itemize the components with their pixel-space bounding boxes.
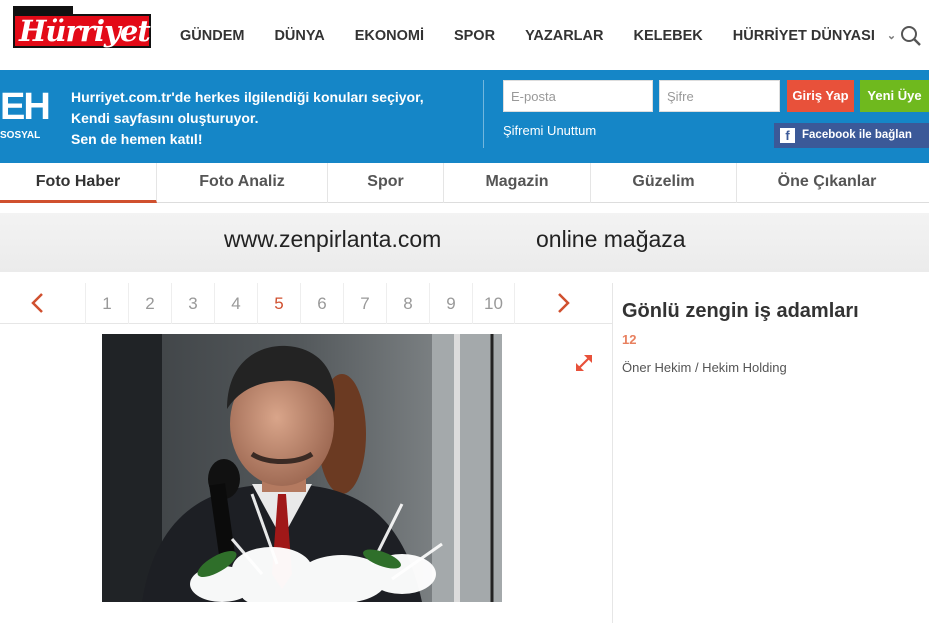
facebook-connect-button[interactable]: f Facebook ile bağlan <box>774 123 929 148</box>
nav-gundem[interactable]: GÜNDEM <box>180 28 244 44</box>
tab-foto-analiz[interactable]: Foto Analiz <box>157 163 328 203</box>
main-nav: GÜNDEM DÜNYA EKONOMİ SPOR YAZARLAR KELEB… <box>180 28 896 44</box>
page-6[interactable]: 6 <box>300 283 343 324</box>
tab-magazin[interactable]: Magazin <box>444 163 591 203</box>
page-4[interactable]: 4 <box>214 283 257 324</box>
page-1[interactable]: 1 <box>85 283 128 324</box>
nav-dunya[interactable]: DÜNYA <box>274 28 324 44</box>
ad-url: www.zenpirlanta.com <box>224 226 442 252</box>
nav-kelebek[interactable]: KELEBEK <box>633 28 702 44</box>
email-field[interactable]: E-posta <box>503 80 653 112</box>
promo-line: Kendi sayfasını oluşturuyor. <box>71 110 259 126</box>
promo-text: Hurriyet.com.tr'de herkes ilgilendiği ko… <box>71 87 424 150</box>
ad-banner[interactable]: www.zenpirlanta.com online mağaza <box>0 213 929 272</box>
facebook-icon: f <box>780 128 795 143</box>
nav-ekonomi[interactable]: EKONOMİ <box>355 28 424 44</box>
login-button[interactable]: Giriş Yap <box>787 80 854 112</box>
nav-hurriyet-dunyasi[interactable]: HÜRRİYET DÜNYASI <box>733 28 875 44</box>
page-3[interactable]: 3 <box>171 283 214 324</box>
gallery-title: Gönlü zengin iş adamları <box>622 300 859 322</box>
promo-line: Hurriyet.com.tr'de herkes ilgilendiği ko… <box>71 89 424 105</box>
tab-spor[interactable]: Spor <box>328 163 444 203</box>
category-tabs: Foto Haber Foto Analiz Spor Magazin Güze… <box>0 163 929 203</box>
nav-spor[interactable]: SPOR <box>454 28 495 44</box>
password-field[interactable]: Şifre <box>659 80 780 112</box>
facebook-label: Facebook ile bağlan <box>802 129 912 141</box>
social-brand-sub: SOSYAL <box>0 130 41 141</box>
social-signup-band: EH SOSYAL Hurriyet.com.tr'de herkes ilgi… <box>0 70 929 163</box>
hurriyet-logo[interactable]: Hürriyet <box>13 6 151 48</box>
top-bar: Hürriyet GÜNDEM DÜNYA EKONOMİ SPOR YAZAR… <box>0 0 929 70</box>
forgot-password-link[interactable]: Şifremi Unuttum <box>503 123 596 138</box>
page-7[interactable]: 7 <box>343 283 386 324</box>
ad-tagline: online mağaza <box>536 226 686 252</box>
photo-image <box>102 334 502 602</box>
page-2[interactable]: 2 <box>128 283 171 324</box>
tab-guzelim[interactable]: Güzelim <box>591 163 737 203</box>
chevron-down-icon[interactable]: ⌄ <box>887 29 896 44</box>
expand-icon[interactable] <box>573 352 595 374</box>
gallery-photo[interactable] <box>102 334 502 602</box>
page-8[interactable]: 8 <box>386 283 429 324</box>
page-9[interactable]: 9 <box>429 283 472 324</box>
search-icon[interactable] <box>900 25 922 47</box>
chevron-right-icon[interactable] <box>553 291 573 315</box>
gallery-pager: 1 2 3 4 5 6 7 8 9 10 <box>0 283 612 324</box>
promo-line: Sen de hemen katıl! <box>71 131 203 147</box>
signup-button[interactable]: Yeni Üye <box>860 80 929 112</box>
tab-one-cikanlar[interactable]: Öne Çıkanlar <box>737 163 917 203</box>
social-brand: EH <box>0 86 51 128</box>
tab-foto-haber[interactable]: Foto Haber <box>0 163 157 203</box>
divider <box>612 283 613 623</box>
divider <box>483 80 484 148</box>
page-10[interactable]: 10 <box>472 283 515 324</box>
photo-caption: Öner Hekim / Hekim Holding <box>622 360 787 375</box>
page-5[interactable]: 5 <box>257 283 300 324</box>
chevron-left-icon[interactable] <box>28 291 48 315</box>
photo-count: 12 <box>622 332 637 347</box>
nav-yazarlar[interactable]: YAZARLAR <box>525 28 603 44</box>
